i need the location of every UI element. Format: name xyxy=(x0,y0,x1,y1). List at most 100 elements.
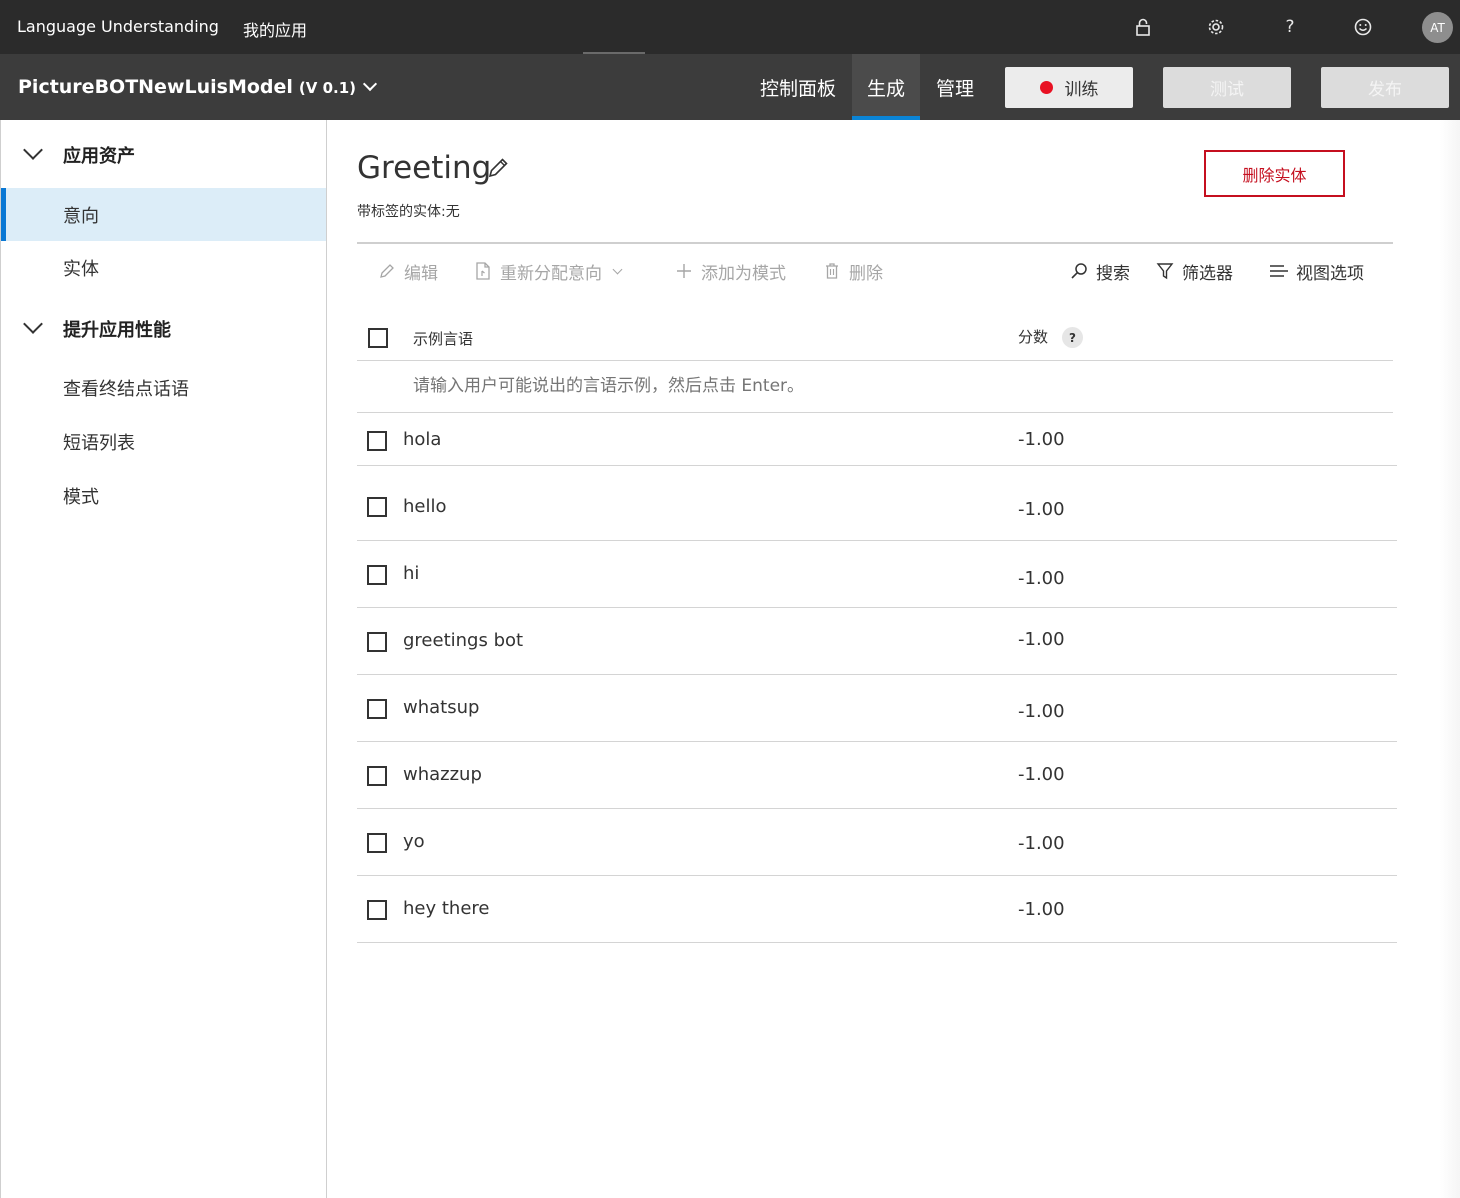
search-label: 搜索 xyxy=(1096,263,1130,284)
sidebar-item-label: 意向 xyxy=(63,205,99,227)
column-header-score[interactable]: 分数 xyxy=(1018,326,1048,347)
train-status-dot-icon xyxy=(1039,81,1053,94)
lock-icon[interactable] xyxy=(1131,15,1155,39)
row-checkbox[interactable] xyxy=(367,833,387,853)
test-button[interactable]: 测试 xyxy=(1163,67,1291,108)
score-value: -1.00 xyxy=(1018,899,1065,920)
utterance-text[interactable]: hi xyxy=(403,563,419,584)
utterance-input[interactable] xyxy=(413,376,1013,396)
gear-icon[interactable] xyxy=(1204,15,1228,39)
tab-build[interactable]: 生成 xyxy=(852,54,920,120)
divider xyxy=(357,360,1393,361)
sidebar-item-endpoint-utterances[interactable]: 查看终结点话语 xyxy=(1,361,326,414)
sidebar-item-label: 查看终结点话语 xyxy=(63,378,189,400)
sidebar-group-label: 提升应用性能 xyxy=(63,320,171,341)
score-value: -1.00 xyxy=(1018,833,1065,854)
utterance-text[interactable]: whazzup xyxy=(403,764,482,785)
publish-button[interactable]: 发布 xyxy=(1321,67,1449,108)
app-selector[interactable]: PictureBOTNewLuisModel (V 0.1) xyxy=(18,76,378,98)
sidebar-item-intents[interactable]: 意向 xyxy=(1,188,326,241)
app-name: PictureBOTNewLuisModel xyxy=(18,76,293,98)
sidebar-item-patterns[interactable]: 模式 xyxy=(1,469,326,522)
sidebar-group-app-assets[interactable]: 应用资产 xyxy=(1,130,326,180)
sidebar: 应用资产 意向 实体 提升应用性能 查看终结点话语 短语列表 模式 xyxy=(0,120,327,1198)
add-pattern-label: 添加为模式 xyxy=(701,263,786,284)
row-checkbox[interactable] xyxy=(367,497,387,517)
edit-button[interactable]: 编辑 xyxy=(376,258,438,284)
table-row[interactable]: greetings bot -1.00 xyxy=(357,608,1397,675)
tab-dashboard[interactable]: 控制面板 xyxy=(752,54,844,120)
delete-button[interactable]: 删除 xyxy=(821,258,883,284)
view-options-icon xyxy=(1268,260,1290,282)
brand-link[interactable]: Language Understanding xyxy=(17,17,219,36)
smiley-icon[interactable] xyxy=(1351,15,1375,39)
select-all-checkbox[interactable] xyxy=(368,328,388,348)
column-header-utterance[interactable]: 示例言语 xyxy=(413,328,473,349)
scroll-region-edge xyxy=(1440,120,1460,1198)
score-value: -1.00 xyxy=(1018,568,1065,589)
reassign-intent-button[interactable]: 重新分配意向 xyxy=(472,258,623,284)
view-options-label: 视图选项 xyxy=(1296,263,1364,284)
table-row[interactable]: hola -1.00 xyxy=(357,413,1397,466)
page-title: Greeting xyxy=(357,150,492,186)
filter-icon xyxy=(1154,260,1176,282)
tab-manage[interactable]: 管理 xyxy=(926,54,984,120)
utterance-text[interactable]: whatsup xyxy=(403,697,479,718)
score-value: -1.00 xyxy=(1018,629,1065,650)
sidebar-item-label: 短语列表 xyxy=(63,432,135,454)
search-button[interactable]: 搜索 xyxy=(1068,258,1130,284)
train-button[interactable]: 训练 xyxy=(1005,67,1133,108)
utterance-text[interactable]: greetings bot xyxy=(403,630,523,651)
utterance-text[interactable]: yo xyxy=(403,831,425,852)
table-row[interactable]: hello -1.00 xyxy=(357,466,1397,541)
table-row[interactable]: hey there -1.00 xyxy=(357,876,1397,943)
filter-button[interactable]: 筛选器 xyxy=(1154,258,1233,284)
app-version: (V 0.1) xyxy=(298,79,357,97)
document-reassign-icon xyxy=(472,260,494,282)
divider xyxy=(357,242,1393,244)
score-value: -1.00 xyxy=(1018,429,1065,450)
score-help-icon[interactable]: ? xyxy=(1062,327,1083,348)
score-value: -1.00 xyxy=(1018,499,1065,520)
row-checkbox[interactable] xyxy=(367,632,387,652)
edit-name-pencil-icon[interactable] xyxy=(485,155,511,181)
row-checkbox[interactable] xyxy=(367,699,387,719)
table-row[interactable]: whazzup -1.00 xyxy=(357,742,1397,809)
trash-icon xyxy=(821,260,843,282)
sidebar-group-improve-performance[interactable]: 提升应用性能 xyxy=(1,304,326,354)
add-as-pattern-button[interactable]: 添加为模式 xyxy=(673,258,786,284)
pencil-icon xyxy=(376,260,398,282)
sidebar-group-label: 应用资产 xyxy=(63,146,135,167)
row-checkbox[interactable] xyxy=(367,431,387,451)
chevron-down-icon xyxy=(612,264,623,274)
avatar[interactable]: AT xyxy=(1422,12,1453,43)
filter-label: 筛选器 xyxy=(1182,263,1233,284)
sidebar-item-phrase-lists[interactable]: 短语列表 xyxy=(1,415,326,468)
delete-entity-button[interactable]: 删除实体 xyxy=(1204,150,1345,197)
table-row[interactable]: hi -1.00 xyxy=(357,541,1397,608)
utterance-text[interactable]: hello xyxy=(403,496,447,517)
edit-label: 编辑 xyxy=(404,263,438,284)
top-bar: Language Understanding 我的应用 ? AT xyxy=(0,0,1460,54)
score-value: -1.00 xyxy=(1018,701,1065,722)
sidebar-item-label: 模式 xyxy=(63,486,99,508)
utterance-text[interactable]: hola xyxy=(403,429,441,450)
chevron-down-icon xyxy=(23,314,43,334)
my-apps-link[interactable]: 我的应用 xyxy=(243,17,307,41)
table-row[interactable]: yo -1.00 xyxy=(357,809,1397,876)
view-options-button[interactable]: 视图选项 xyxy=(1268,258,1364,284)
row-divider xyxy=(357,942,1397,943)
table-row[interactable]: whatsup -1.00 xyxy=(357,675,1397,742)
help-icon[interactable]: ? xyxy=(1278,15,1302,39)
search-icon xyxy=(1068,260,1090,282)
utterance-text[interactable]: hey there xyxy=(403,898,489,919)
train-label: 训练 xyxy=(1064,80,1099,100)
chevron-down-icon xyxy=(362,76,378,92)
delete-label: 删除 xyxy=(849,263,883,284)
row-checkbox[interactable] xyxy=(367,900,387,920)
reassign-label: 重新分配意向 xyxy=(500,263,602,284)
row-checkbox[interactable] xyxy=(367,565,387,585)
chevron-down-icon xyxy=(23,140,43,160)
sidebar-item-entities[interactable]: 实体 xyxy=(1,241,326,294)
row-checkbox[interactable] xyxy=(367,766,387,786)
